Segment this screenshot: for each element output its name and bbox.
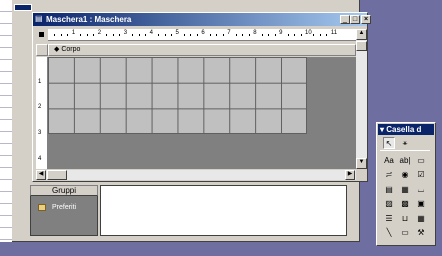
- ruler-tick: [222, 34, 224, 36]
- close-button[interactable]: ×: [361, 15, 371, 24]
- vruler-mark: 1: [38, 78, 42, 85]
- subform-icon[interactable]: ▦: [415, 213, 427, 225]
- ruler-tick: [183, 34, 185, 36]
- scroll-left-button[interactable]: ◀: [36, 170, 46, 180]
- ruler-tick: [106, 34, 108, 36]
- option-button-icon[interactable]: ◉: [399, 169, 411, 181]
- ruler-tick: [261, 34, 263, 36]
- ruler-tick: [86, 34, 88, 36]
- ruler-tick: [242, 34, 244, 36]
- option-group-icon[interactable]: ▭: [415, 155, 427, 167]
- ruler-tick: [138, 34, 140, 36]
- textbox-icon[interactable]: ab|: [399, 155, 411, 167]
- bound-object-icon[interactable]: ▣: [415, 198, 427, 210]
- ruler-tick: [196, 34, 198, 36]
- folder-icon: [38, 203, 46, 211]
- ruler-tick: [248, 34, 250, 36]
- vertical-scroll-thumb[interactable]: [356, 41, 367, 51]
- favorites-item[interactable]: Preferiti: [38, 202, 76, 212]
- vruler-mark: 2: [38, 104, 42, 111]
- ruler-tick: [119, 34, 121, 36]
- toolbox-titlebar[interactable]: ▾ Casella d: [378, 124, 434, 135]
- tab-control-icon[interactable]: ⊔: [399, 213, 411, 225]
- ruler-tick: [209, 34, 211, 36]
- scroll-down-button[interactable]: ▼: [356, 158, 367, 169]
- toolbox-separator: [380, 150, 430, 151]
- ruler-mark: 3: [123, 30, 128, 36]
- ruler-tick: [145, 34, 147, 36]
- ruler-tick: [300, 34, 302, 36]
- ruler-tick: [80, 34, 82, 36]
- section-selector[interactable]: [36, 44, 48, 56]
- vertical-ruler[interactable]: [36, 57, 48, 169]
- ruler-mark: 7: [227, 30, 231, 36]
- window-title: Maschera1 : Maschera: [46, 15, 132, 24]
- toolbox-title: Casella d: [386, 125, 422, 134]
- image-icon[interactable]: ▨: [383, 198, 395, 210]
- combo-box-icon[interactable]: ▤: [383, 184, 395, 196]
- ruler-tick: [164, 34, 166, 36]
- scroll-right-button[interactable]: ▶: [345, 170, 355, 180]
- detail-section-grid[interactable]: [48, 57, 307, 134]
- ruler-mark: 2: [97, 30, 102, 36]
- groups-button[interactable]: Gruppi: [30, 185, 98, 196]
- vruler-mark: 3: [38, 130, 42, 137]
- form-icon: ▤: [35, 14, 43, 23]
- ruler-tick: [268, 34, 270, 36]
- ruler-tick: [326, 34, 328, 36]
- line-icon[interactable]: ╲: [383, 227, 395, 239]
- detail-section-label: ◆ Corpo: [54, 44, 80, 56]
- ruler-tick: [235, 34, 237, 36]
- ruler-mark: 11: [330, 30, 338, 36]
- ruler-tick: [158, 34, 160, 36]
- ruler-tick: [313, 34, 315, 36]
- ruler-tick: [112, 34, 114, 36]
- ruler-mark: 4: [149, 30, 153, 36]
- section-name: Corpo: [61, 46, 81, 53]
- detail-section-bar[interactable]: [48, 44, 356, 56]
- list-box-icon[interactable]: ▦: [399, 184, 411, 196]
- rectangle-icon[interactable]: ▭: [399, 227, 411, 239]
- ruler-tick: [54, 34, 56, 36]
- select-arrow-icon[interactable]: ↖: [383, 137, 395, 149]
- background-grid: [0, 0, 12, 242]
- objects-list[interactable]: [100, 185, 347, 236]
- ruler-tick: [216, 34, 218, 36]
- more-controls-icon[interactable]: ⚒: [415, 227, 427, 239]
- ruler-tick: [132, 34, 134, 36]
- ruler-tick: [67, 34, 69, 36]
- unbound-object-icon[interactable]: ▩: [399, 198, 411, 210]
- command-button-icon[interactable]: ⌴: [415, 184, 427, 196]
- ruler-tick: [60, 34, 62, 36]
- ruler-mark: 8: [253, 30, 257, 36]
- vruler-mark: 4: [38, 155, 42, 162]
- database-window-titlebar[interactable]: [14, 4, 32, 11]
- favorites-label: Preferiti: [52, 203, 77, 211]
- horizontal-scroll-thumb[interactable]: [47, 170, 67, 180]
- ruler-tick: [190, 34, 192, 36]
- minimize-button[interactable]: _: [340, 15, 350, 24]
- checkbox-icon[interactable]: ☑: [415, 169, 427, 181]
- horizontal-scrollbar[interactable]: [36, 170, 356, 180]
- ruler-mark: 1: [71, 30, 76, 36]
- ruler-tick: [287, 34, 289, 36]
- scroll-up-button[interactable]: ▲: [356, 29, 367, 40]
- label-icon[interactable]: Aa: [383, 155, 395, 167]
- ruler-tick: [274, 34, 276, 36]
- page-break-icon[interactable]: ☰: [383, 213, 395, 225]
- ruler-tick: [171, 34, 173, 36]
- form-selector-square: [39, 32, 44, 37]
- ruler-mark: 5: [175, 30, 179, 36]
- ruler-tick: [93, 34, 95, 36]
- maximize-button[interactable]: □: [350, 15, 360, 24]
- ruler-tick: [319, 34, 321, 36]
- ruler-mark: 9: [279, 30, 283, 36]
- ruler-tick: [294, 34, 296, 36]
- ruler-mark: 6: [201, 30, 205, 36]
- toggle-button-icon[interactable]: ≓: [383, 169, 395, 181]
- wizard-wand-icon[interactable]: ⚹: [399, 137, 411, 149]
- ruler-mark: 10: [305, 30, 312, 36]
